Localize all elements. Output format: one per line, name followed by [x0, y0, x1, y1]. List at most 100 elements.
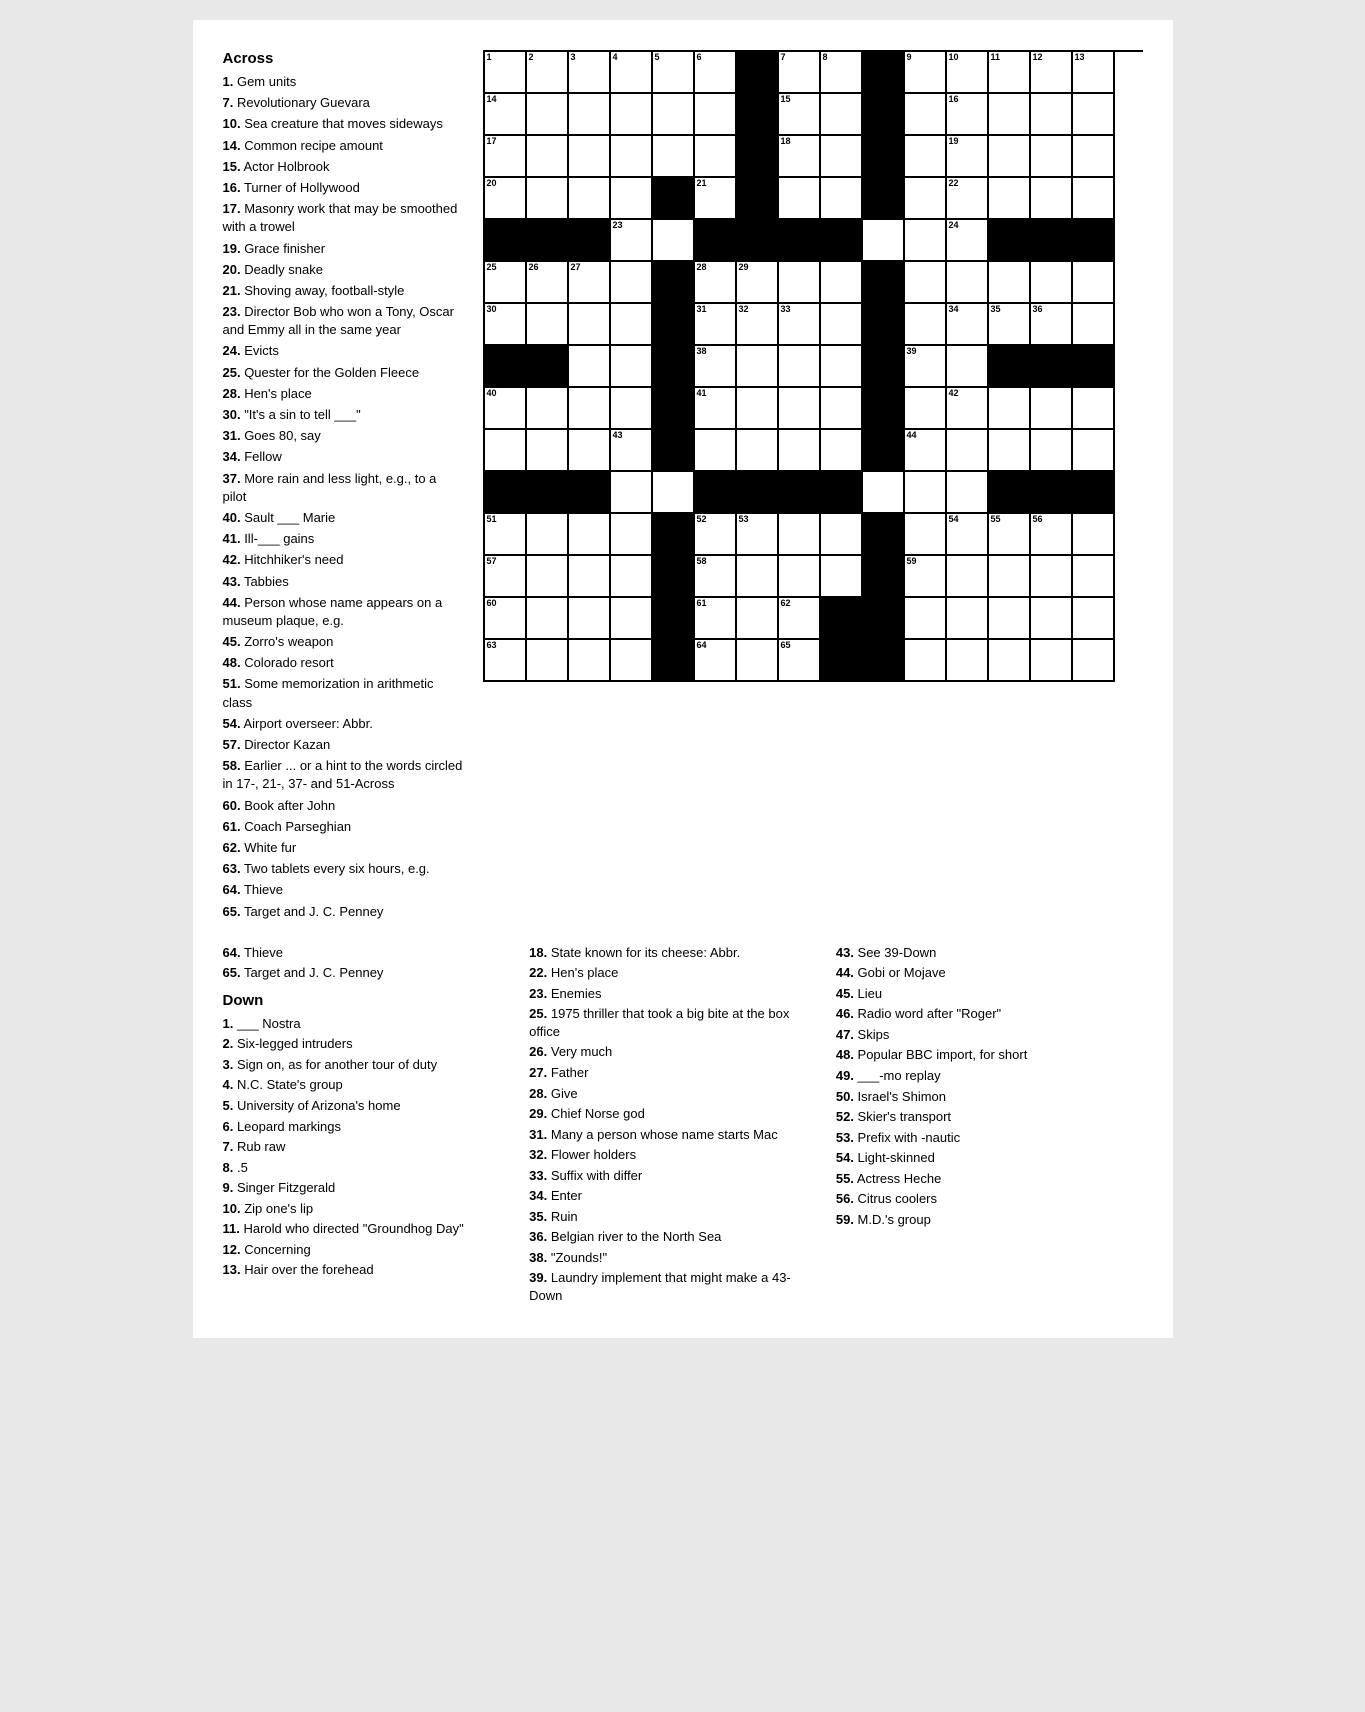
- cell-1-11[interactable]: 16: [947, 94, 989, 136]
- cell-14-11[interactable]: [947, 640, 989, 682]
- cell-9-3[interactable]: 43: [611, 430, 653, 472]
- cell-12-7[interactable]: [779, 556, 821, 598]
- cell-6-3[interactable]: [611, 304, 653, 346]
- cell-13-7[interactable]: 62: [779, 598, 821, 640]
- cell-14-0[interactable]: 63: [485, 640, 527, 682]
- cell-4-11[interactable]: 24: [947, 220, 989, 262]
- cell-10-3[interactable]: [611, 472, 653, 514]
- cell-3-11[interactable]: 22: [947, 178, 989, 220]
- cell-12-0[interactable]: 57: [485, 556, 527, 598]
- cell-5-11[interactable]: [947, 262, 989, 304]
- cell-14-3[interactable]: [611, 640, 653, 682]
- cell-11-5[interactable]: 52: [695, 514, 737, 556]
- cell-7-7[interactable]: [779, 346, 821, 388]
- cell-7-10[interactable]: 39: [905, 346, 947, 388]
- cell-13-0[interactable]: 60: [485, 598, 527, 640]
- cell-12-8[interactable]: [821, 556, 863, 598]
- cell-3-14[interactable]: [1073, 178, 1115, 220]
- cell-0-3[interactable]: 4: [611, 52, 653, 94]
- cell-9-11[interactable]: [947, 430, 989, 472]
- cell-0-7[interactable]: 7: [779, 52, 821, 94]
- cell-10-10[interactable]: [905, 472, 947, 514]
- cell-0-5[interactable]: 6: [695, 52, 737, 94]
- cell-10-9[interactable]: [863, 472, 905, 514]
- cell-8-14[interactable]: [1073, 388, 1115, 430]
- cell-8-0[interactable]: 40: [485, 388, 527, 430]
- cell-12-14[interactable]: [1073, 556, 1115, 598]
- cell-9-12[interactable]: [989, 430, 1031, 472]
- cell-7-3[interactable]: [611, 346, 653, 388]
- cell-14-7[interactable]: 65: [779, 640, 821, 682]
- cell-5-5[interactable]: 28: [695, 262, 737, 304]
- cell-12-1[interactable]: [527, 556, 569, 598]
- cell-5-1[interactable]: 26: [527, 262, 569, 304]
- cell-4-10[interactable]: [905, 220, 947, 262]
- cell-0-13[interactable]: 12: [1031, 52, 1073, 94]
- cell-3-2[interactable]: [569, 178, 611, 220]
- cell-14-1[interactable]: [527, 640, 569, 682]
- cell-1-0[interactable]: 14: [485, 94, 527, 136]
- cell-14-12[interactable]: [989, 640, 1031, 682]
- cell-2-0[interactable]: 17: [485, 136, 527, 178]
- cell-12-13[interactable]: [1031, 556, 1073, 598]
- cell-1-7[interactable]: 15: [779, 94, 821, 136]
- cell-3-3[interactable]: [611, 178, 653, 220]
- cell-10-11[interactable]: [947, 472, 989, 514]
- cell-8-11[interactable]: 42: [947, 388, 989, 430]
- cell-4-3[interactable]: 23: [611, 220, 653, 262]
- cell-9-8[interactable]: [821, 430, 863, 472]
- cell-6-13[interactable]: 36: [1031, 304, 1073, 346]
- cell-1-2[interactable]: [569, 94, 611, 136]
- cell-0-14[interactable]: 13: [1073, 52, 1115, 94]
- cell-5-7[interactable]: [779, 262, 821, 304]
- cell-3-1[interactable]: [527, 178, 569, 220]
- cell-11-6[interactable]: 53: [737, 514, 779, 556]
- cell-5-12[interactable]: [989, 262, 1031, 304]
- cell-3-0[interactable]: 20: [485, 178, 527, 220]
- cell-1-1[interactable]: [527, 94, 569, 136]
- cell-6-8[interactable]: [821, 304, 863, 346]
- cell-14-10[interactable]: [905, 640, 947, 682]
- cell-1-10[interactable]: [905, 94, 947, 136]
- cell-11-3[interactable]: [611, 514, 653, 556]
- cell-7-8[interactable]: [821, 346, 863, 388]
- cell-3-12[interactable]: [989, 178, 1031, 220]
- cell-4-9[interactable]: [863, 220, 905, 262]
- cell-12-2[interactable]: [569, 556, 611, 598]
- cell-3-5[interactable]: 21: [695, 178, 737, 220]
- cell-1-3[interactable]: [611, 94, 653, 136]
- cell-7-6[interactable]: [737, 346, 779, 388]
- cell-11-2[interactable]: [569, 514, 611, 556]
- cell-2-12[interactable]: [989, 136, 1031, 178]
- cell-11-8[interactable]: [821, 514, 863, 556]
- cell-8-2[interactable]: [569, 388, 611, 430]
- cell-2-14[interactable]: [1073, 136, 1115, 178]
- cell-6-11[interactable]: 34: [947, 304, 989, 346]
- cell-4-4[interactable]: [653, 220, 695, 262]
- cell-13-3[interactable]: [611, 598, 653, 640]
- cell-2-4[interactable]: [653, 136, 695, 178]
- cell-2-10[interactable]: [905, 136, 947, 178]
- cell-6-12[interactable]: 35: [989, 304, 1031, 346]
- cell-3-7[interactable]: [779, 178, 821, 220]
- cell-7-11[interactable]: [947, 346, 989, 388]
- cell-12-12[interactable]: [989, 556, 1031, 598]
- cell-11-14[interactable]: [1073, 514, 1115, 556]
- cell-1-14[interactable]: [1073, 94, 1115, 136]
- cell-5-8[interactable]: [821, 262, 863, 304]
- cell-9-10[interactable]: 44: [905, 430, 947, 472]
- cell-9-2[interactable]: [569, 430, 611, 472]
- cell-9-14[interactable]: [1073, 430, 1115, 472]
- cell-8-3[interactable]: [611, 388, 653, 430]
- cell-2-3[interactable]: [611, 136, 653, 178]
- cell-8-13[interactable]: [1031, 388, 1073, 430]
- cell-8-7[interactable]: [779, 388, 821, 430]
- cell-3-13[interactable]: [1031, 178, 1073, 220]
- cell-5-3[interactable]: [611, 262, 653, 304]
- cell-6-6[interactable]: 32: [737, 304, 779, 346]
- cell-1-5[interactable]: [695, 94, 737, 136]
- cell-5-14[interactable]: [1073, 262, 1115, 304]
- cell-11-10[interactable]: [905, 514, 947, 556]
- cell-11-1[interactable]: [527, 514, 569, 556]
- cell-2-1[interactable]: [527, 136, 569, 178]
